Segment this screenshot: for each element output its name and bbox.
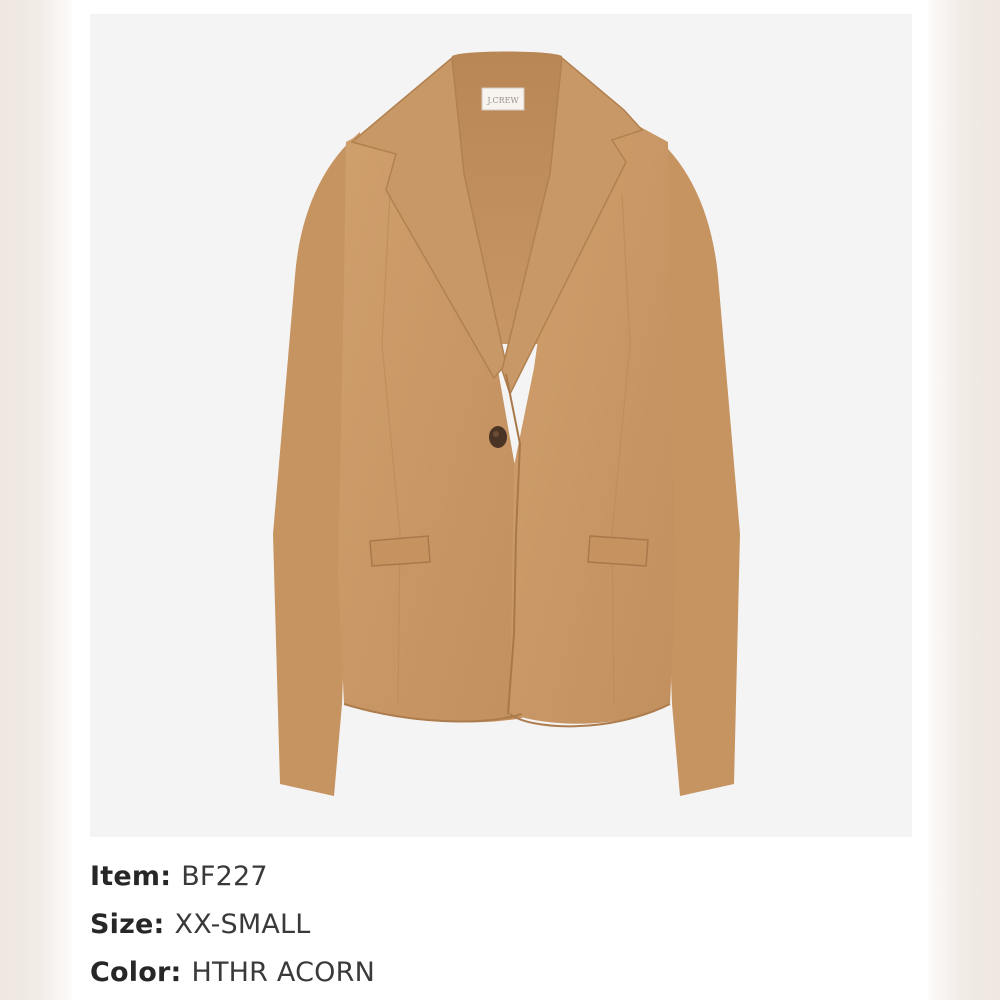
product-card: J.CREW Item: BF227 Size: XX-SMALL Color:… [72, 0, 928, 1000]
color-label: Color: [90, 956, 182, 988]
right-pocket [587, 535, 649, 567]
size-label: Size: [90, 908, 165, 940]
blazer-illustration: J.CREW [273, 51, 740, 796]
item-label: Item: [90, 860, 172, 892]
svg-text:J.CREW: J.CREW [486, 96, 519, 105]
item-value: BF227 [181, 860, 268, 892]
left-pocket [369, 535, 431, 567]
size-row: Size: XX-SMALL [90, 900, 912, 948]
product-image[interactable]: J.CREW [90, 14, 912, 837]
product-details: Item: BF227 Size: XX-SMALL Color: HTHR A… [90, 852, 912, 996]
color-row: Color: HTHR ACORN [90, 948, 912, 996]
color-value: HTHR ACORN [191, 956, 375, 988]
item-row: Item: BF227 [90, 852, 912, 900]
size-value: XX-SMALL [174, 908, 311, 940]
listing-page: J.CREW Item: BF227 Size: XX-SMALL Color:… [0, 0, 1000, 1000]
button-icon [489, 426, 507, 448]
